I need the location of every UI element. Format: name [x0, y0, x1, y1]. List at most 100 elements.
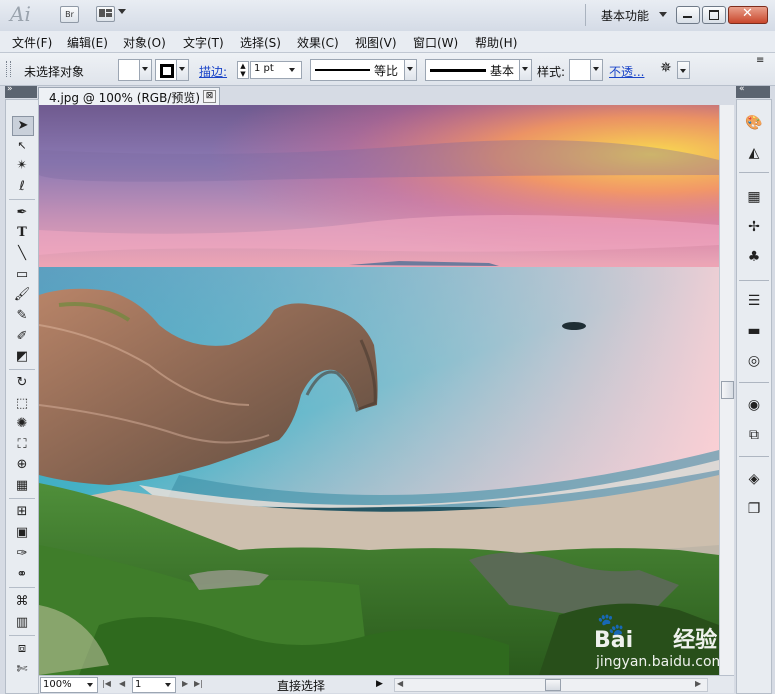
artboard-tool[interactable]: ⧈ — [12, 640, 32, 658]
panel-menu-icon[interactable]: ≡ — [756, 55, 764, 66]
vertical-scrollbar[interactable] — [719, 105, 734, 675]
minimize-button[interactable] — [676, 6, 700, 24]
stroke-icon[interactable]: ☰ — [745, 292, 763, 310]
brushes-icon[interactable]: ✢ — [745, 218, 763, 236]
color-icon[interactable]: 🎨 — [745, 114, 763, 132]
chevron-down-icon[interactable] — [118, 9, 126, 14]
bridge-button[interactable]: Br — [60, 6, 79, 23]
graphic-styles-icon[interactable]: ⧉ — [745, 426, 763, 444]
dock-panel-header[interactable]: « — [736, 84, 770, 98]
pen-tool[interactable]: ✒ — [12, 204, 32, 222]
scroll-thumb[interactable] — [545, 679, 561, 691]
close-tab-icon[interactable]: ⊠ — [203, 90, 216, 103]
minimize-icon — [683, 16, 692, 18]
color-guide-icon[interactable]: ◭ — [745, 144, 763, 162]
rectangle-tool[interactable]: ▭ — [12, 266, 32, 284]
status-menu-arrow-icon[interactable]: ▶ — [376, 679, 383, 689]
stroke-weight-field[interactable]: 1 pt — [250, 61, 302, 79]
next-artboard-icon[interactable]: ▶ — [182, 679, 188, 688]
chevron-down-icon[interactable] — [659, 12, 667, 17]
menu-edit[interactable]: 编辑(E) — [67, 34, 108, 51]
profile-dropdown[interactable] — [404, 59, 417, 81]
fill-dropdown[interactable] — [139, 59, 152, 81]
graphic-style-swatch[interactable] — [569, 59, 591, 81]
arrange-documents-button[interactable] — [96, 6, 115, 22]
paintbrush-tool[interactable]: 🖌 — [12, 286, 32, 304]
document-tab[interactable]: 4.jpg @ 100% (RGB/预览) ⊠ — [38, 87, 220, 106]
gradient-icon[interactable]: ▬ — [745, 322, 763, 340]
slice-tool[interactable]: ✄ — [12, 661, 32, 679]
document-canvas[interactable] — [39, 105, 719, 675]
scroll-right-icon[interactable]: ▶ — [695, 679, 701, 688]
eraser-tool[interactable]: ◩ — [12, 348, 32, 366]
blob-brush-tool[interactable]: ✐ — [12, 328, 32, 346]
app-logo: Ai — [10, 2, 31, 26]
scroll-left-icon[interactable]: ◀ — [397, 679, 403, 688]
previous-artboard-icon[interactable]: ◀ — [119, 679, 125, 688]
maximize-button[interactable] — [702, 6, 726, 24]
magic-wand-tool[interactable]: ✴ — [12, 157, 32, 175]
opacity-link[interactable]: 不透... — [609, 63, 644, 80]
collapse-icon[interactable]: » — [7, 84, 13, 94]
artboard-select[interactable]: 1 — [132, 677, 176, 693]
free-transform-tool[interactable]: ⛶ — [12, 436, 32, 454]
type-tool[interactable]: T — [12, 224, 32, 242]
appearance-icon[interactable]: ◉ — [745, 396, 763, 414]
style-label: 样式: — [537, 65, 566, 79]
fill-swatch[interactable] — [118, 59, 140, 81]
watermark-brand: Bai 经验 — [594, 628, 718, 653]
current-tool-status[interactable]: 直接选择 — [277, 677, 325, 694]
menu-select[interactable]: 选择(S) — [240, 34, 281, 51]
grip-icon[interactable] — [6, 61, 11, 77]
warp-tool[interactable]: ✺ — [12, 415, 32, 433]
close-button[interactable]: ✕ — [728, 6, 768, 24]
transparency-icon[interactable]: ◎ — [745, 352, 763, 370]
graphic-style-dropdown[interactable] — [590, 59, 603, 81]
menu-help[interactable]: 帮助(H) — [475, 34, 517, 51]
brush-line-icon — [430, 69, 486, 72]
perspective-grid-tool[interactable]: ▦ — [12, 477, 32, 495]
menu-view[interactable]: 视图(V) — [355, 34, 397, 51]
stroke-swatch[interactable] — [155, 59, 177, 81]
recolor-artwork-icon[interactable]: ✵ — [660, 60, 672, 76]
horizontal-scrollbar[interactable]: ◀ ▶ — [394, 678, 708, 692]
symbol-sprayer-tool[interactable]: ⌘ — [12, 593, 32, 611]
layers-icon[interactable]: ◈ — [745, 470, 763, 488]
rotate-tool[interactable]: ↻ — [12, 374, 32, 392]
menu-effect[interactable]: 效果(C) — [297, 34, 339, 51]
swatches-icon[interactable]: ▦ — [745, 188, 763, 206]
workspace-switcher[interactable]: 基本功能 — [601, 7, 649, 24]
stroke-panel-link[interactable]: 描边: — [199, 63, 227, 80]
line-tool[interactable]: ╲ — [12, 245, 32, 263]
variable-width-profile[interactable]: 等比 — [310, 59, 405, 81]
expand-icon[interactable]: « — [739, 84, 745, 94]
stroke-dropdown[interactable] — [176, 59, 189, 81]
scale-tool[interactable]: ⬚ — [12, 395, 32, 413]
scroll-thumb[interactable] — [721, 381, 734, 399]
stroke-stepper[interactable]: ▲ ▼ — [237, 61, 249, 79]
shape-builder-tool[interactable]: ⊕ — [12, 456, 32, 474]
divider — [585, 4, 586, 26]
direct-selection-tool[interactable]: ↖ — [12, 137, 32, 155]
brush-definition[interactable]: 基本 — [425, 59, 520, 81]
pencil-tool[interactable]: ✎ — [12, 307, 32, 325]
first-artboard-icon[interactable]: |◀ — [102, 679, 111, 688]
symbols-icon[interactable]: ♣ — [745, 248, 763, 266]
menu-type[interactable]: 文字(T) — [183, 34, 224, 51]
brush-dropdown[interactable] — [519, 59, 532, 81]
column-graph-tool[interactable]: ▥ — [12, 614, 32, 632]
tools-panel-header[interactable]: » — [5, 84, 37, 98]
eyedropper-tool[interactable]: ✑ — [12, 545, 32, 563]
blend-tool[interactable]: ⚭ — [12, 566, 32, 584]
menu-object[interactable]: 对象(O) — [123, 34, 166, 51]
gradient-tool[interactable]: ▣ — [12, 524, 32, 542]
zoom-select[interactable]: 100% — [40, 677, 98, 693]
artboards-icon[interactable]: ❐ — [745, 500, 763, 518]
menu-window[interactable]: 窗口(W) — [413, 34, 458, 51]
selection-tool[interactable]: ➤ — [12, 116, 34, 136]
mesh-tool[interactable]: ⊞ — [12, 503, 32, 521]
recolor-dropdown[interactable] — [677, 61, 690, 79]
menu-file[interactable]: 文件(F) — [12, 34, 52, 51]
last-artboard-icon[interactable]: ▶| — [194, 679, 203, 688]
lasso-tool[interactable]: ℓ — [12, 178, 32, 196]
